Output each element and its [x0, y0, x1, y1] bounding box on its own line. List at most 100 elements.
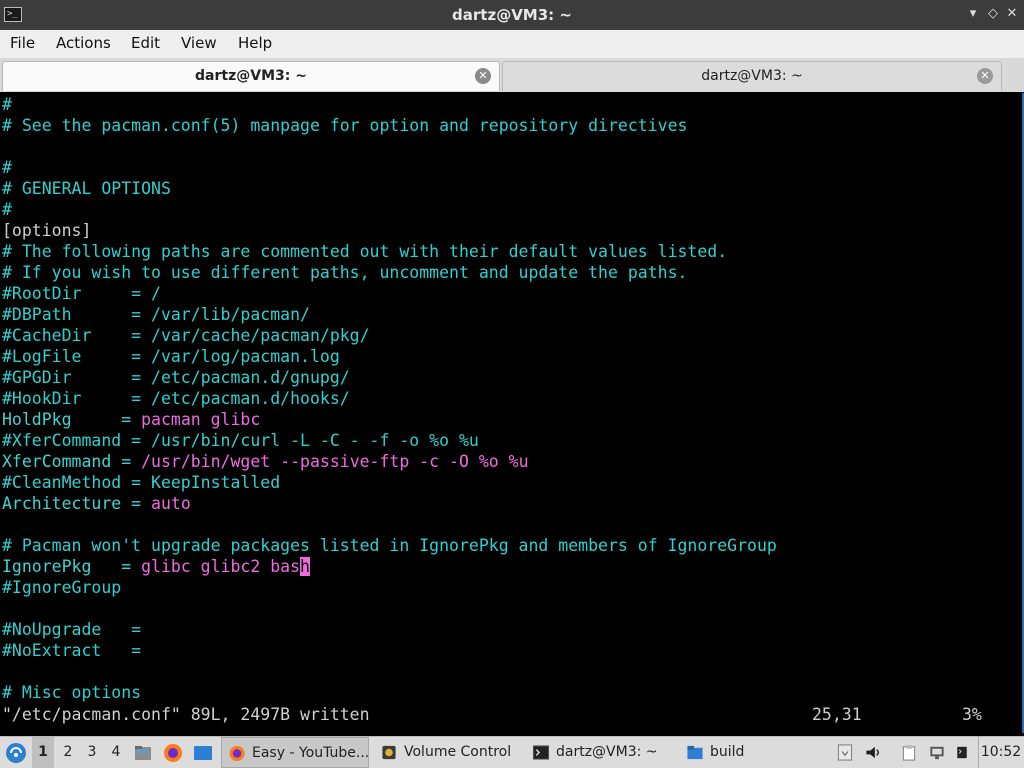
minimize-button[interactable]: ▾ — [964, 5, 982, 23]
volume-icon[interactable] — [864, 744, 882, 761]
terminal-line: #NoExtract = — [2, 640, 141, 661]
terminal-line: #RootDir = / — [2, 283, 161, 304]
clipboard-icon[interactable] — [900, 744, 918, 761]
tray-terminal-icon[interactable] — [956, 744, 968, 761]
menu-edit[interactable]: Edit — [131, 34, 160, 52]
terminal-text: # The following paths are commented out … — [2, 242, 728, 261]
terminal-line: [options] — [2, 220, 91, 241]
firefox-icon — [164, 744, 182, 762]
task-volume-control[interactable]: Volume Control — [374, 737, 522, 768]
task-label: dartz@VM3: ~ — [556, 744, 658, 760]
text-cursor: h — [300, 557, 310, 576]
menu-bar: File Actions Edit View Help — [0, 30, 1024, 58]
terminal-text: HoldPkg = — [2, 410, 142, 429]
terminal-text: # Misc options — [2, 683, 142, 702]
tab-close-icon[interactable]: ✕ — [977, 68, 993, 84]
menu-view[interactable]: View — [181, 34, 217, 52]
terminal-line: XferCommand = /usr/bin/wget --passive-ft… — [2, 451, 529, 472]
file-manager-icon — [135, 746, 151, 760]
terminal-text: auto — [151, 494, 191, 513]
quicklaunch-firefox[interactable] — [163, 737, 185, 768]
tab-bar: dartz@VM3: ~ ✕ dartz@VM3: ~ ✕ — [0, 58, 1024, 92]
terminal-text: pacman glibc — [141, 410, 261, 429]
terminal-text: [options] — [2, 221, 92, 240]
task-folder-build[interactable]: build — [680, 737, 820, 768]
terminal-line: #LogFile = /var/log/pacman.log — [2, 346, 340, 367]
terminal-line: IgnorePkg = glibc glibc2 bash — [2, 556, 310, 577]
terminal-line: #GPGDir = /etc/pacman.d/gnupg/ — [2, 367, 350, 388]
task-label: build — [710, 744, 745, 760]
tray-update-icon[interactable] — [836, 744, 854, 761]
clock[interactable]: 10:52 — [978, 737, 1023, 768]
start-menu-icon — [6, 743, 26, 763]
task-terminal[interactable]: dartz@VM3: ~ — [526, 737, 676, 768]
terminal-text: #HookDir = /etc/pacman.d/hooks/ — [2, 389, 350, 408]
tab-label: dartz@VM3: ~ — [701, 68, 803, 84]
task-firefox[interactable]: Easy - YouTube... — [221, 737, 369, 768]
window-titlebar: >_ dartz@VM3: ~ ▾ ◇ ✕ — [0, 0, 1024, 30]
workspace-2[interactable]: 2 — [57, 737, 79, 768]
terminal-line: HoldPkg = pacman glibc — [2, 409, 260, 430]
terminal-line: #CacheDir = /var/cache/pacman/pkg/ — [2, 325, 370, 346]
show-desktop-icon — [194, 746, 212, 760]
quicklaunch-desktop[interactable] — [193, 737, 215, 768]
terminal-text: #DBPath = /var/lib/pacman/ — [2, 305, 310, 324]
workspace-4[interactable]: 4 — [105, 737, 127, 768]
terminal-text: XferCommand = — [2, 452, 142, 471]
terminal-line: # Pacman won't upgrade packages listed i… — [2, 535, 777, 556]
terminal-line: # — [2, 157, 12, 178]
terminal-text: #LogFile = /var/log/pacman.log — [2, 347, 340, 366]
terminal-text: # Pacman won't upgrade packages listed i… — [2, 536, 777, 555]
terminal-text: #RootDir = / — [2, 284, 161, 303]
terminal-icon — [532, 745, 550, 760]
terminal-line: # The following paths are commented out … — [2, 241, 727, 262]
terminal-text: # — [2, 158, 12, 177]
tab-label: dartz@VM3: ~ — [195, 68, 307, 84]
terminal-text: Architecture = — [2, 494, 152, 513]
start-menu-button[interactable] — [4, 737, 28, 768]
network-icon[interactable] — [928, 744, 946, 761]
firefox-icon — [229, 745, 245, 762]
quicklaunch-files[interactable] — [134, 737, 154, 768]
vim-cursor-position: 25,31 — [812, 705, 862, 724]
terminal-line: Architecture = auto — [2, 493, 191, 514]
terminal-text: #NoUpgrade = — [2, 620, 142, 639]
maximize-button[interactable]: ◇ — [984, 5, 1002, 23]
terminal-line: #HookDir = /etc/pacman.d/hooks/ — [2, 388, 350, 409]
close-button[interactable]: ✕ — [1003, 5, 1021, 23]
workspace-3[interactable]: 3 — [81, 737, 103, 768]
task-label: Volume Control — [404, 744, 512, 760]
terminal-text: # — [2, 200, 12, 219]
terminal-line: # — [2, 94, 12, 115]
terminal-line: #CleanMethod = KeepInstalled — [2, 472, 280, 493]
workspace-1[interactable]: 1 — [32, 737, 54, 768]
terminal-line: #XferCommand = /usr/bin/curl -L -C - -f … — [2, 430, 479, 451]
terminal-line: #NoUpgrade = — [2, 619, 141, 640]
terminal-text: #NoExtract = — [2, 641, 142, 660]
terminal-line: # — [2, 199, 12, 220]
folder-icon — [687, 745, 703, 760]
tab-close-icon[interactable]: ✕ — [475, 68, 491, 84]
taskbar: 1 2 3 4 Easy - YouTube... Volume Control — [0, 736, 1024, 768]
terminal-text: #IgnoreGroup — [2, 578, 122, 597]
tab-terminal-2[interactable]: dartz@VM3: ~ ✕ — [502, 61, 1002, 91]
terminal-text: # — [2, 95, 12, 114]
vim-status-message: "/etc/pacman.conf" 89L, 2497B written — [2, 705, 370, 724]
terminal-text: IgnorePkg = — [2, 557, 142, 576]
menu-actions[interactable]: Actions — [56, 34, 111, 52]
terminal-text: glibc glibc2 bas — [141, 557, 301, 576]
terminal-line: #IgnoreGroup — [2, 577, 121, 598]
menu-help[interactable]: Help — [238, 34, 272, 52]
terminal-line: # GENERAL OPTIONS — [2, 178, 171, 199]
terminal-text: #XferCommand = /usr/bin/curl -L -C - -f … — [2, 431, 479, 450]
terminal-line: # If you wish to use different paths, un… — [2, 262, 687, 283]
terminal-text: /usr/bin/wget --passive-ftp -c -O %o %u — [141, 452, 529, 471]
terminal-view[interactable]: "/etc/pacman.conf" 89L, 2497B written 25… — [0, 93, 1024, 733]
terminal-text: #CleanMethod = KeepInstalled — [2, 473, 281, 492]
terminal-line: # See the pacman.conf(5) manpage for opt… — [2, 115, 687, 136]
terminal-text: # See the pacman.conf(5) manpage for opt… — [2, 116, 688, 135]
menu-file[interactable]: File — [10, 34, 35, 52]
window-title: dartz@VM3: ~ — [452, 6, 572, 24]
terminal-text: # GENERAL OPTIONS — [2, 179, 171, 198]
tab-terminal-1[interactable]: dartz@VM3: ~ ✕ — [2, 61, 500, 91]
